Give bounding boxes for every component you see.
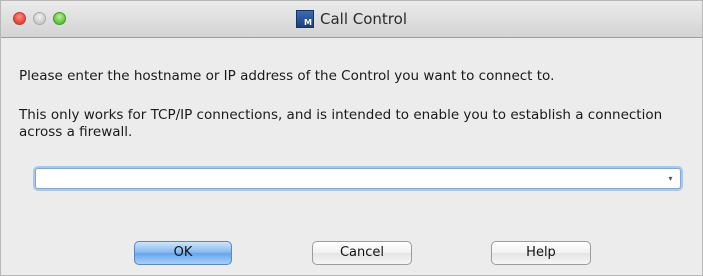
dropdown-arrow-icon[interactable]: ▾ xyxy=(664,172,677,185)
help-button[interactable]: Help xyxy=(491,241,591,265)
app-icon: M xyxy=(296,10,314,28)
hostname-combobox[interactable]: ▾ xyxy=(35,168,681,189)
cancel-button[interactable]: Cancel xyxy=(312,241,412,265)
title-bar: M Call Control xyxy=(1,1,702,38)
ok-button[interactable]: OK xyxy=(134,241,232,265)
hostname-input[interactable] xyxy=(36,169,664,188)
call-control-dialog: M Call Control Please enter the hostname… xyxy=(0,0,703,276)
prompt-text: Please enter the hostname or IP address … xyxy=(19,68,555,84)
window-title: Call Control xyxy=(320,10,407,28)
app-icon-letter: M xyxy=(304,18,312,27)
title-group: M Call Control xyxy=(1,1,702,37)
firewall-note-text: This only works for TCP/IP connections, … xyxy=(19,107,663,140)
